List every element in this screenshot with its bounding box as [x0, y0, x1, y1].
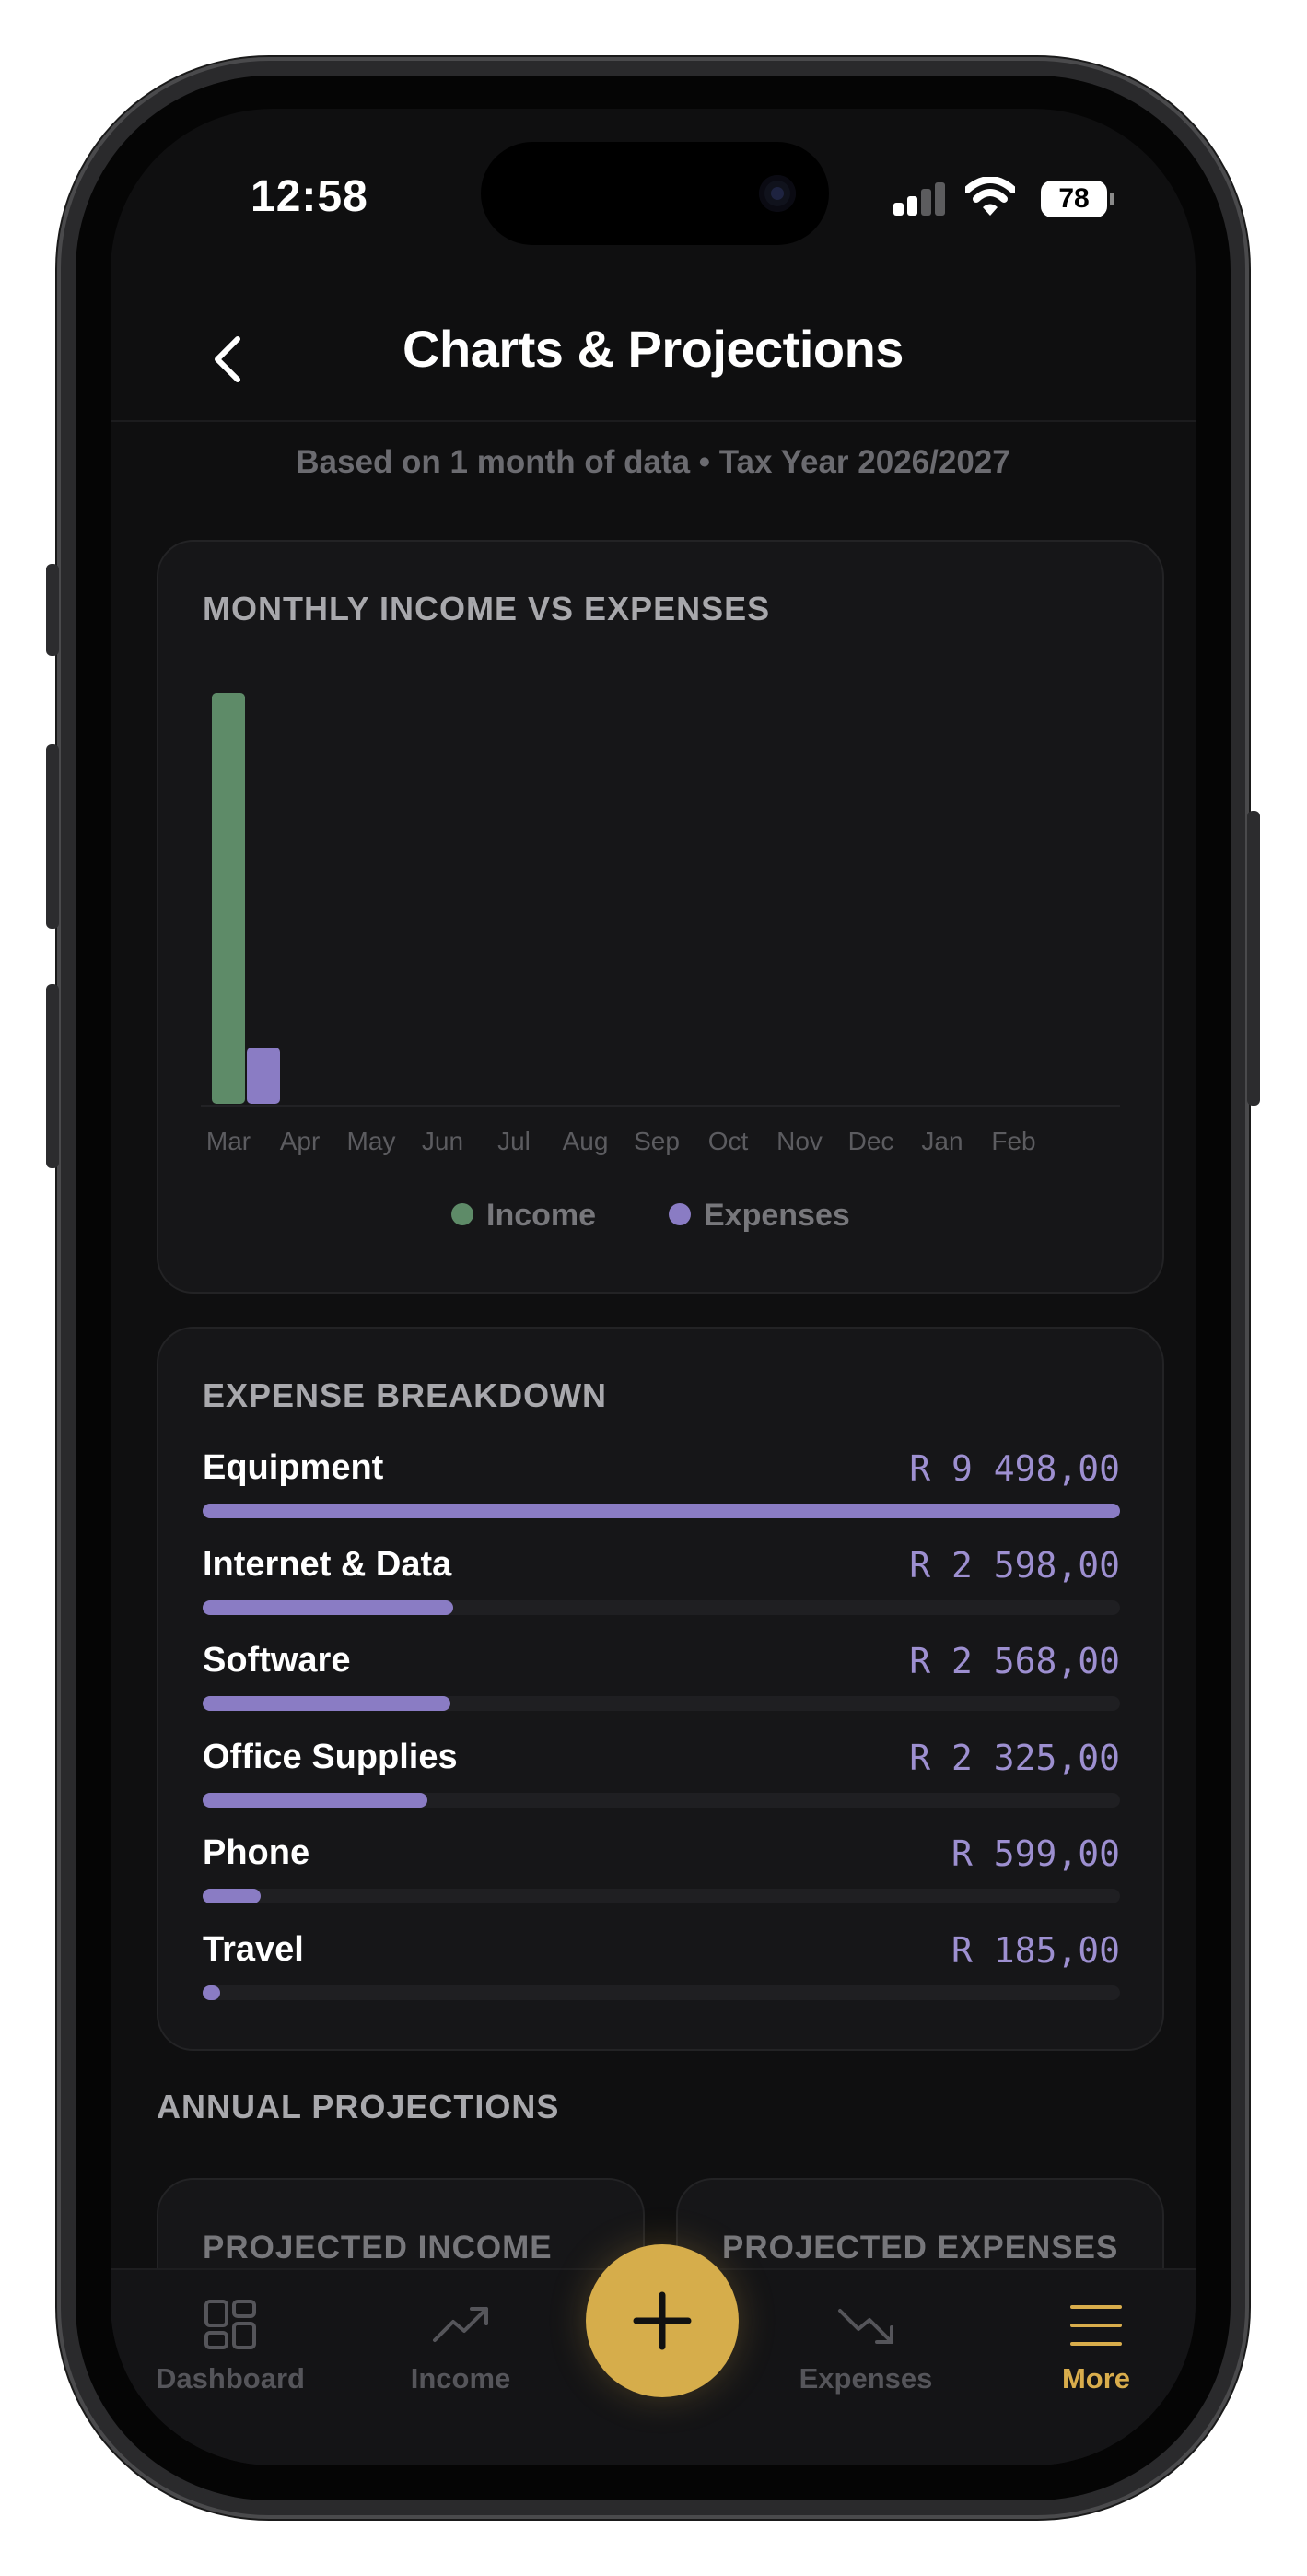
dashboard-grid-icon [204, 2300, 256, 2349]
expense-progress-fill [203, 1792, 427, 1808]
action-button [46, 564, 59, 656]
legend-label-income: Income [486, 1198, 596, 1233]
breakdown-title: EXPENSE BREAKDOWN [203, 1376, 608, 1414]
expense-row[interactable]: Office Supplies R 2 325,00 [203, 1738, 1120, 1821]
tab-income[interactable]: Income [368, 2270, 553, 2427]
x-tick-label: May [347, 1127, 396, 1155]
expense-progress-fill [203, 1985, 221, 2000]
expense-category-amount: R 9 498,00 [909, 1448, 1120, 1489]
x-tick-label: Aug [563, 1127, 609, 1155]
page-title: Charts & Projections [403, 320, 904, 378]
expense-progress-fill [203, 1696, 451, 1711]
expense-progress-track [203, 1985, 1120, 2000]
x-tick-label: Sep [634, 1127, 680, 1155]
x-tick-label: Oct [708, 1127, 749, 1155]
tab-expenses[interactable]: Expenses [774, 2270, 958, 2427]
expense-category-amount: R 2 568,00 [909, 1641, 1120, 1681]
legend-swatch-income [451, 1203, 473, 1225]
expense-category-name: Phone [203, 1833, 310, 1872]
expense-progress-track [203, 1599, 1120, 1615]
expense-row[interactable]: Internet & Data R 2 598,00 [203, 1545, 1120, 1628]
power-button [1247, 811, 1260, 1106]
expense-category-amount: R 2 598,00 [909, 1544, 1120, 1586]
dynamic-island [481, 142, 829, 245]
income-expenses-chart-card: MONTHLY INCOME VS EXPENSES Mar Apr May Jun J… [157, 540, 1164, 1294]
x-tick-label: Jun [422, 1127, 463, 1155]
x-tick-label: Nov [776, 1127, 823, 1155]
legend-label-expenses: Expenses [704, 1198, 850, 1233]
tab-expenses-label: Expenses [799, 2362, 933, 2395]
expense-progress-track [203, 1792, 1120, 1808]
x-tick-label: Feb [991, 1127, 1035, 1155]
x-tick-label: Jan [921, 1127, 963, 1155]
expense-progress-track [203, 1504, 1120, 1518]
app-screen: 12:58 78 Charts & Projections Based on 1… [111, 109, 1196, 2465]
x-tick-label: Mar [206, 1127, 251, 1155]
expense-category-amount: R 185,00 [951, 1929, 1120, 1971]
bar-income-mar[interactable] [212, 693, 245, 1104]
expense-category-name: Travel [203, 1929, 304, 1969]
trending-down-icon [838, 2309, 893, 2344]
header-divider [111, 420, 1196, 422]
menu-icon [1070, 2305, 1122, 2346]
expense-progress-fill [203, 1889, 261, 1903]
x-tick-label: Jul [497, 1127, 531, 1155]
front-camera [759, 175, 796, 212]
volume-down-button [46, 984, 59, 1168]
projections-section-title: ANNUAL PROJECTIONS [157, 2088, 560, 2125]
expense-row[interactable]: Travel R 185,00 [203, 1930, 1120, 2013]
tab-income-label: Income [410, 2362, 511, 2395]
status-time: 12:58 [251, 172, 368, 221]
x-tick-label: Dec [848, 1127, 894, 1155]
cellular-signal-icon [893, 182, 947, 216]
trending-up-icon [433, 2307, 488, 2342]
expense-category-name: Office Supplies [203, 1737, 458, 1776]
expense-progress-track [203, 1696, 1120, 1711]
x-tick-label: Apr [280, 1127, 321, 1155]
expense-category-name: Equipment [203, 1448, 384, 1487]
income-expenses-chart: Mar Apr May Jun Jul Aug Sep Oct Nov Dec Jan Feb Inco… [201, 693, 1120, 1233]
bar-expenses-mar[interactable] [247, 1048, 280, 1104]
expense-category-amount: R 2 325,00 [909, 1737, 1120, 1778]
tab-dashboard[interactable]: Dashboard [138, 2270, 322, 2427]
volume-up-button [46, 744, 59, 929]
expense-category-name: Internet & Data [203, 1544, 452, 1584]
expense-row[interactable]: Software R 2 568,00 [203, 1641, 1120, 1724]
expense-progress-fill [203, 1599, 454, 1615]
add-entry-button[interactable] [586, 2244, 739, 2397]
projected-expenses-label: PROJECTED EXPENSES [722, 2230, 1119, 2266]
tab-more[interactable]: More [1004, 2270, 1188, 2427]
expense-progress-fill [203, 1504, 1120, 1518]
projected-income-label: PROJECTED INCOME [203, 2230, 553, 2266]
tab-more-label: More [1061, 2362, 1131, 2395]
expense-breakdown-card: EXPENSE BREAKDOWN Equipment R 9 498,00 Int… [157, 1327, 1164, 2051]
data-range-subtitle: Based on 1 month of data • Tax Year 2026… [296, 444, 1010, 480]
expense-row[interactable]: Phone R 599,00 [203, 1833, 1120, 1916]
tab-dashboard-label: Dashboard [156, 2362, 305, 2395]
expense-category-name: Software [203, 1641, 351, 1680]
plus-icon [633, 2291, 692, 2350]
legend-swatch-expenses [669, 1203, 691, 1225]
expense-category-amount: R 599,00 [951, 1833, 1120, 1874]
wifi-icon [965, 177, 1015, 216]
expense-progress-track [203, 1889, 1120, 1903]
battery-indicator: 78 [1041, 181, 1114, 217]
expense-row[interactable]: Equipment R 9 498,00 [203, 1448, 1120, 1531]
